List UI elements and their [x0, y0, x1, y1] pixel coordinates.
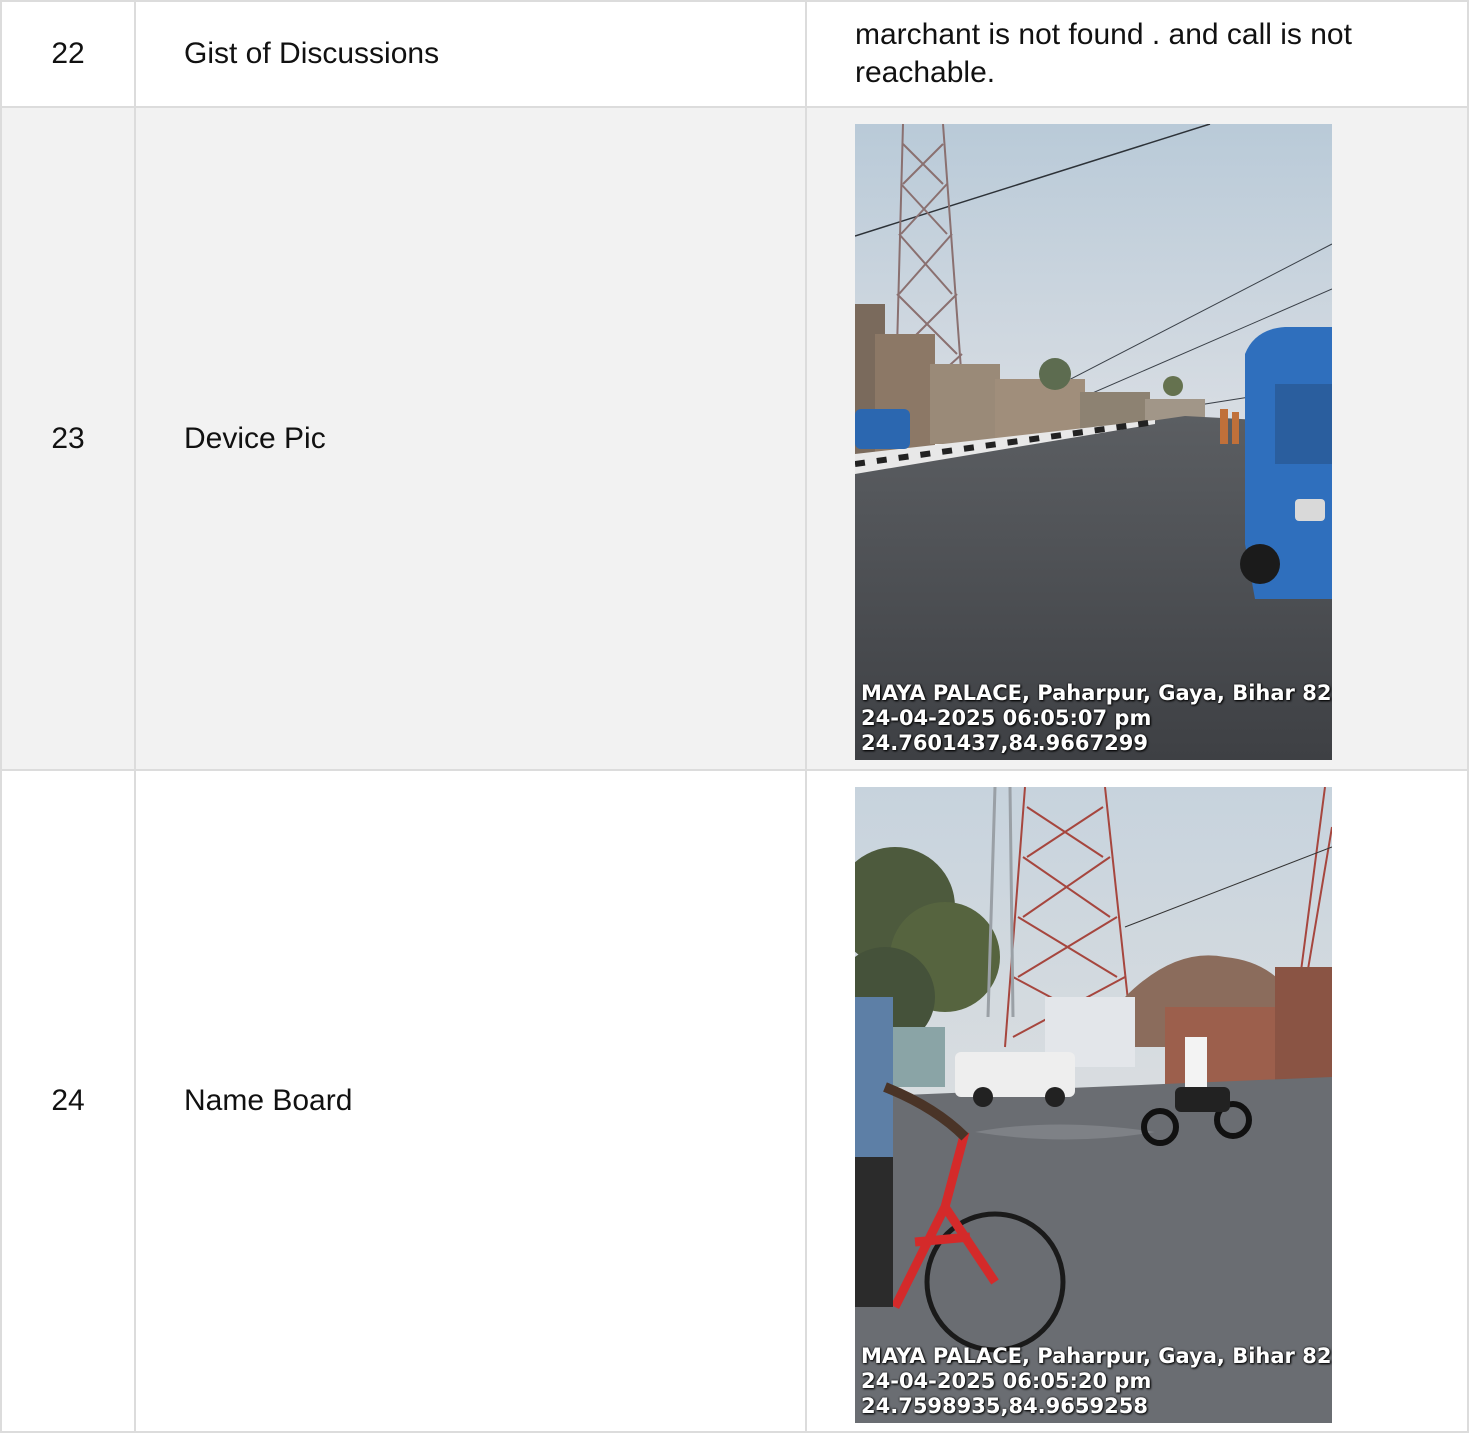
- field-value-cell: marchant is not found . and call is not …: [807, 2, 1469, 106]
- photo-geotag-stamp: MAYA PALACE, Paharpur, Gaya, Bihar 82300…: [861, 1344, 1332, 1419]
- table-row: 22 Gist of Discussions marchant is not f…: [0, 0, 1469, 108]
- row-number-cell: 22: [0, 2, 136, 106]
- photo-datetime: 24-04-2025 06:05:20 pm: [861, 1369, 1152, 1393]
- row-number: 22: [51, 37, 85, 70]
- gist-of-discussions-text: marchant is not found . and call is not …: [855, 18, 1352, 89]
- field-label-cell: Device Pic: [136, 108, 807, 769]
- table-row: 23 Device Pic MAYA PALACE, Paharpur, Gay…: [0, 108, 1469, 771]
- field-label-cell: Name Board: [136, 771, 807, 1431]
- field-label: Gist of Discussions: [184, 37, 440, 70]
- photo-address: MAYA PALACE, Paharpur, Gaya, Bihar 82300: [861, 681, 1332, 705]
- name-board-photo: MAYA PALACE, Paharpur, Gaya, Bihar 82300…: [855, 787, 1332, 1423]
- row-number-cell: 24: [0, 771, 136, 1431]
- row-number: 23: [51, 421, 85, 455]
- photo-geotag-stamp: MAYA PALACE, Paharpur, Gaya, Bihar 82300…: [861, 681, 1332, 756]
- row-number-cell: 23: [0, 108, 136, 769]
- photo-coordinates: 24.7598935,84.9659258: [861, 1394, 1148, 1418]
- field-value-cell: MAYA PALACE, Paharpur, Gaya, Bihar 82300…: [807, 108, 1469, 769]
- table-row: 24 Name Board MAYA PALACE, Paharpur, Gay…: [0, 771, 1469, 1433]
- photo-coordinates: 24.7601437,84.9667299: [861, 731, 1148, 755]
- photo-address: MAYA PALACE, Paharpur, Gaya, Bihar 82300: [861, 1344, 1332, 1368]
- row-number: 24: [51, 1084, 85, 1117]
- report-table: 22 Gist of Discussions marchant is not f…: [0, 0, 1469, 1433]
- field-label: Device Pic: [184, 421, 326, 455]
- device-photo: MAYA PALACE, Paharpur, Gaya, Bihar 82300…: [855, 124, 1332, 760]
- cyclist-street-image: [855, 787, 1332, 1423]
- photo-datetime: 24-04-2025 06:05:07 pm: [861, 706, 1152, 730]
- street-road-image: [855, 124, 1332, 760]
- field-label-cell: Gist of Discussions: [136, 2, 807, 106]
- field-value-cell: MAYA PALACE, Paharpur, Gaya, Bihar 82300…: [807, 771, 1469, 1431]
- field-label: Name Board: [184, 1084, 353, 1117]
